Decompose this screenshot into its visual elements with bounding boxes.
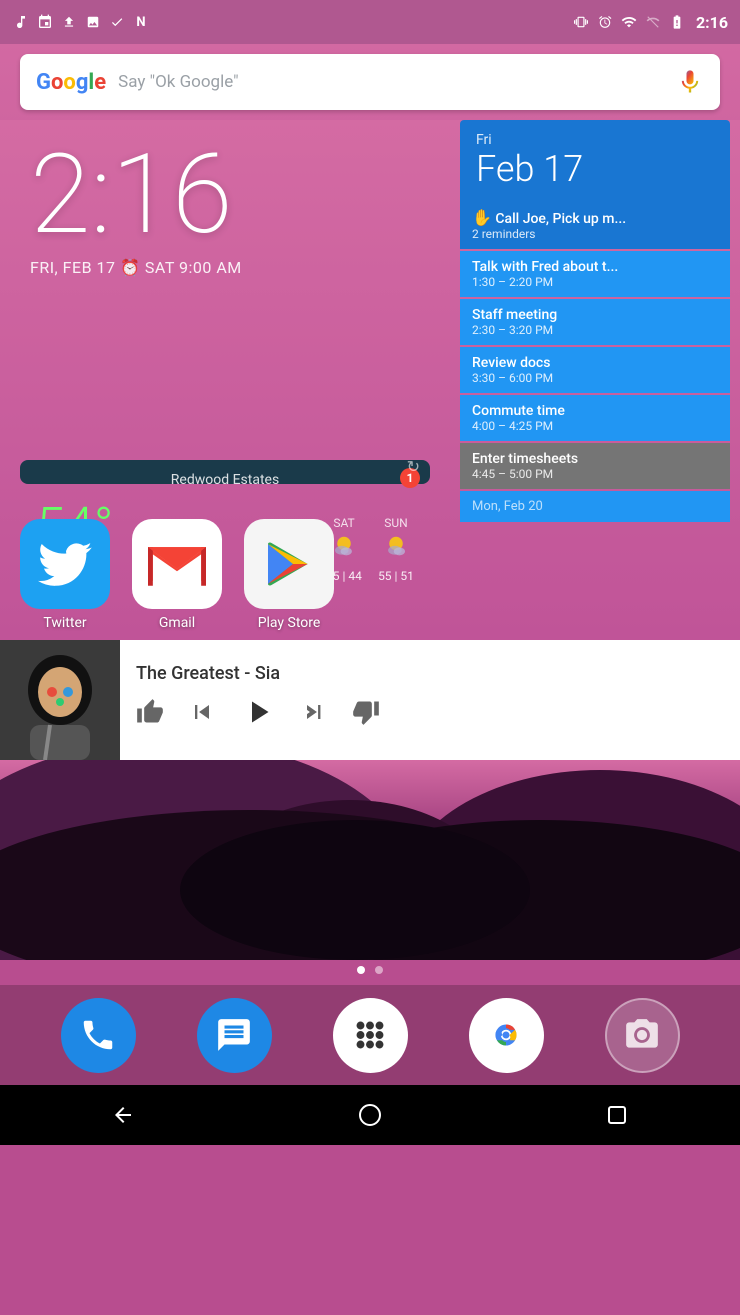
music-title: The Greatest - Sia bbox=[136, 663, 724, 684]
play-button[interactable] bbox=[240, 694, 276, 738]
music-player: The Greatest - Sia bbox=[0, 640, 740, 760]
gmail-app[interactable]: Gmail bbox=[132, 519, 222, 631]
weather-widget: Redwood Estates 54° 56 | 48 Feels 54° bbox=[20, 460, 430, 484]
calendar-event-4[interactable]: Commute time 4:00 – 4:25 PM bbox=[460, 395, 730, 441]
status-bar: N 2:16 bbox=[0, 0, 740, 44]
status-time: 2:16 bbox=[696, 13, 728, 32]
alarm-icon bbox=[596, 13, 614, 31]
apps-dock-icon[interactable] bbox=[333, 998, 408, 1073]
calendar-next-month: Mon, Feb 20 bbox=[460, 491, 730, 522]
page-dot-2[interactable] bbox=[375, 966, 383, 974]
calendar-event-1[interactable]: Talk with Fred about t... 1:30 – 2:20 PM bbox=[460, 251, 730, 297]
upload-icon bbox=[60, 13, 78, 31]
weather-location: Redwood Estates bbox=[36, 472, 414, 488]
status-icons-left: N bbox=[12, 13, 150, 31]
twitter-icon bbox=[20, 519, 110, 609]
battery-icon bbox=[668, 13, 686, 31]
camera-dock-icon[interactable] bbox=[605, 998, 680, 1073]
music-note-icon bbox=[12, 13, 30, 31]
messages-dock-icon[interactable] bbox=[197, 998, 272, 1073]
calendar-day: Fri bbox=[476, 132, 714, 148]
wifi-icon bbox=[620, 13, 638, 31]
clock-date: FRI, FEB 17 ⏰ SAT 9:00 AM bbox=[30, 258, 242, 277]
gmail-icon bbox=[132, 519, 222, 609]
task-icon bbox=[108, 13, 126, 31]
clock-widget: 2:16 FRI, FEB 17 ⏰ SAT 9:00 AM bbox=[30, 140, 242, 277]
twitter-app[interactable]: Twitter bbox=[20, 519, 110, 631]
thumbs-up-button[interactable] bbox=[136, 698, 164, 733]
weather-refresh-icon[interactable]: ↻ bbox=[407, 457, 420, 476]
home-button[interactable] bbox=[350, 1095, 390, 1135]
weather-forecast: SAT 55 | 44 SUN bbox=[326, 516, 414, 583]
google-logo: Google bbox=[36, 70, 106, 95]
playstore-icon bbox=[244, 519, 334, 609]
recents-button[interactable] bbox=[597, 1095, 637, 1135]
app-dock bbox=[0, 985, 740, 1085]
calendar-widget[interactable]: Fri Feb 17 ✋ Call Joe, Pick up m... 2 re… bbox=[460, 120, 730, 522]
calendar-icon bbox=[36, 13, 54, 31]
album-art bbox=[0, 640, 120, 760]
microphone-icon[interactable] bbox=[676, 68, 704, 96]
navigation-bar bbox=[0, 1085, 740, 1145]
clock-time: 2:16 bbox=[30, 140, 242, 250]
skip-back-button[interactable] bbox=[188, 698, 216, 733]
image-icon bbox=[84, 13, 102, 31]
forecast-sun: SUN 55 | 51 bbox=[378, 516, 414, 583]
calendar-event-5[interactable]: Enter timesheets 4:45 – 5:00 PM bbox=[460, 443, 730, 489]
gmail-label: Gmail bbox=[159, 615, 195, 631]
calendar-event-2[interactable]: Staff meeting 2:30 – 3:20 PM bbox=[460, 299, 730, 345]
calendar-date: Feb 17 bbox=[476, 148, 714, 190]
page-indicator bbox=[0, 955, 740, 985]
page-dot-1[interactable] bbox=[357, 966, 365, 974]
status-icons-right: 2:16 bbox=[572, 13, 728, 32]
calendar-header: Fri Feb 17 bbox=[460, 120, 730, 200]
skip-forward-button[interactable] bbox=[300, 698, 328, 733]
chrome-dock-icon[interactable] bbox=[469, 998, 544, 1073]
playstore-app[interactable]: Play Store bbox=[244, 519, 334, 631]
hill-dark-center bbox=[180, 820, 530, 960]
back-button[interactable] bbox=[103, 1095, 143, 1135]
twitter-label: Twitter bbox=[43, 615, 86, 631]
calendar-event-0[interactable]: ✋ Call Joe, Pick up m... 2 reminders bbox=[460, 200, 730, 249]
search-placeholder: Say "Ok Google" bbox=[118, 72, 676, 92]
phone-dock-icon[interactable] bbox=[61, 998, 136, 1073]
search-bar[interactable]: Google Say "Ok Google" bbox=[20, 54, 720, 110]
music-info: The Greatest - Sia bbox=[120, 663, 740, 738]
calendar-event-3[interactable]: Review docs 3:30 – 6:00 PM bbox=[460, 347, 730, 393]
music-controls bbox=[136, 694, 724, 738]
signal-icon bbox=[644, 13, 662, 31]
playstore-label: Play Store bbox=[258, 615, 321, 631]
thumbs-down-button[interactable] bbox=[352, 698, 380, 733]
vibrate-icon bbox=[572, 13, 590, 31]
n-notification-icon: N bbox=[132, 13, 150, 31]
hills-background bbox=[0, 760, 740, 960]
